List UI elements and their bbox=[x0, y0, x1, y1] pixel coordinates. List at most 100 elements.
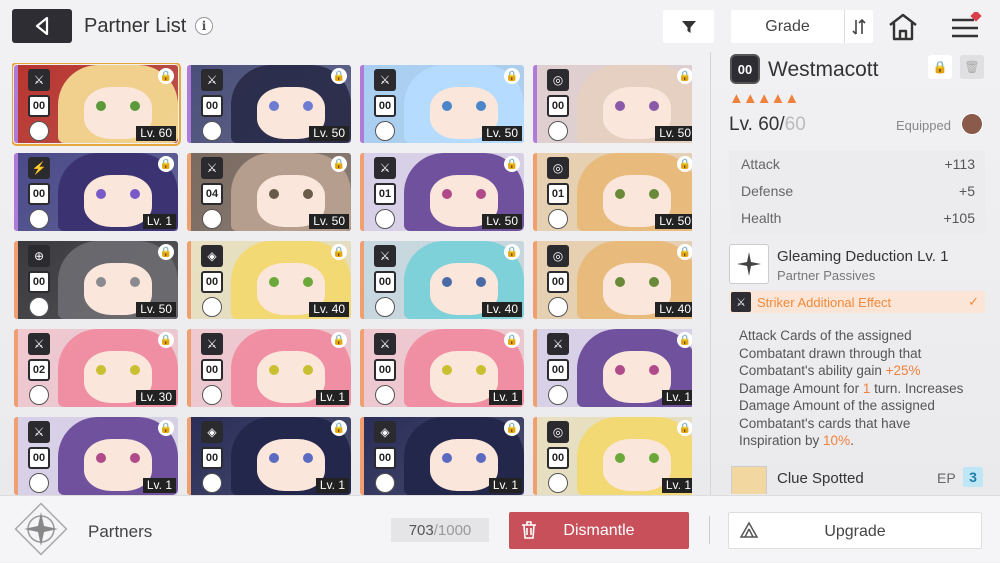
partner-card[interactable]: ◈ 00 🔒 Lv. 1 bbox=[187, 417, 351, 495]
partner-card[interactable]: ⚔ 00 🔒 Lv. 1 bbox=[533, 329, 692, 407]
partner-number: 00 bbox=[374, 271, 396, 293]
lock-icon[interactable]: 🔒 bbox=[158, 68, 174, 84]
lock-icon[interactable]: 🔒 bbox=[504, 420, 520, 436]
lock-icon[interactable]: 🔒 bbox=[158, 244, 174, 260]
partner-number: 00 bbox=[547, 359, 569, 381]
trash-button[interactable]: 🗑 bbox=[960, 55, 984, 79]
partner-card[interactable]: ⚔ 00 🔒 Lv. 50 bbox=[360, 65, 524, 143]
role-icon: ⚔ bbox=[201, 69, 223, 91]
role-icon: ⚔ bbox=[374, 157, 396, 179]
desc-highlight: +25% bbox=[885, 363, 921, 378]
stat-label: Attack bbox=[741, 156, 780, 172]
lock-icon[interactable]: 🔒 bbox=[504, 156, 520, 172]
desc-text: Damage Amount for bbox=[739, 380, 863, 396]
sort-order-toggle[interactable] bbox=[844, 10, 873, 43]
lock-icon[interactable]: 🔒 bbox=[677, 68, 692, 84]
partner-number-badge: 00 bbox=[730, 54, 760, 84]
partner-name: Westmacott bbox=[768, 58, 879, 81]
role-icon: ⚡ bbox=[28, 157, 50, 179]
filter-button[interactable] bbox=[663, 10, 714, 43]
lock-icon[interactable]: 🔒 bbox=[331, 68, 347, 84]
partner-level: Lv. 40 bbox=[482, 302, 522, 317]
sort-toggle-icon bbox=[852, 18, 866, 35]
stat-row-health: Health +105 bbox=[729, 204, 985, 231]
partner-card[interactable]: ◈ 00 🔒 Lv. 1 bbox=[360, 417, 524, 495]
back-button[interactable] bbox=[12, 9, 72, 43]
home-button[interactable] bbox=[886, 12, 920, 42]
info-icon[interactable]: i bbox=[195, 17, 213, 35]
role-icon: ⚔ bbox=[374, 245, 396, 267]
lock-icon[interactable]: 🔒 bbox=[504, 332, 520, 348]
lock-icon[interactable]: 🔒 bbox=[331, 156, 347, 172]
partner-number: 00 bbox=[201, 447, 223, 469]
lock-icon[interactable]: 🔒 bbox=[677, 244, 692, 260]
lock-icon[interactable]: 🔒 bbox=[677, 156, 692, 172]
stat-value: +5 bbox=[959, 183, 975, 199]
skill-row[interactable]: Gleaming Deduction Lv. 1 Partner Passive… bbox=[729, 244, 985, 286]
partner-card[interactable]: ⚔ 04 🔒 Lv. 50 bbox=[187, 153, 351, 231]
partner-card[interactable]: ⚔ 01 🔒 Lv. 50 bbox=[360, 153, 524, 231]
equipped-avatar[interactable] bbox=[961, 113, 983, 135]
ep-label: EP bbox=[937, 470, 956, 486]
sort-dropdown[interactable]: Grade bbox=[731, 10, 873, 43]
dismantle-button[interactable]: Dismantle bbox=[509, 512, 689, 549]
partner-card[interactable]: ◎ 00 🔒 Lv. 1 bbox=[533, 417, 692, 495]
partner-number: 00 bbox=[201, 359, 223, 381]
menu-button[interactable] bbox=[948, 10, 982, 42]
partner-card[interactable]: ⚔ 00 🔒 Lv. 1 bbox=[360, 329, 524, 407]
role-icon: ⚔ bbox=[374, 69, 396, 91]
lock-icon[interactable]: 🔒 bbox=[158, 332, 174, 348]
lock-icon[interactable]: 🔒 bbox=[677, 332, 692, 348]
lock-icon[interactable]: 🔒 bbox=[504, 68, 520, 84]
lock-button[interactable]: 🔒 bbox=[928, 55, 952, 79]
lock-icon[interactable]: 🔒 bbox=[331, 244, 347, 260]
partner-level: Lv. 50 bbox=[482, 126, 522, 141]
lock-icon[interactable]: 🔒 bbox=[677, 420, 692, 436]
partner-card[interactable]: ⚔ 00 🔒 Lv. 1 bbox=[187, 329, 351, 407]
lock-icon[interactable]: 🔒 bbox=[504, 244, 520, 260]
back-arrow-icon bbox=[35, 17, 49, 35]
partner-number: 01 bbox=[547, 183, 569, 205]
partner-card[interactable]: ◎ 00 🔒 Lv. 40 bbox=[533, 241, 692, 319]
upgrade-button[interactable]: Upgrade bbox=[728, 512, 982, 549]
combatant-avatar bbox=[375, 209, 395, 229]
crossed-swords-icon: ⚔ bbox=[731, 292, 751, 312]
combatant-avatar bbox=[202, 297, 222, 317]
partner-card[interactable]: ◈ 00 🔒 Lv. 40 bbox=[187, 241, 351, 319]
partner-card[interactable]: ◎ 00 🔒 Lv. 50 bbox=[533, 65, 692, 143]
lock-icon[interactable]: 🔒 bbox=[331, 420, 347, 436]
lock-icon[interactable]: 🔒 bbox=[331, 332, 347, 348]
partner-level: Lv. 1 bbox=[315, 390, 349, 405]
partner-card[interactable]: ◎ 01 🔒 Lv. 50 bbox=[533, 153, 692, 231]
partner-number: 00 bbox=[201, 271, 223, 293]
combatant-avatar bbox=[548, 297, 568, 317]
lock-icon[interactable]: 🔒 bbox=[158, 156, 174, 172]
partner-card[interactable]: ⚡ 00 🔒 Lv. 1 bbox=[14, 153, 178, 231]
combatant-avatar bbox=[548, 209, 568, 229]
role-icon: ◎ bbox=[547, 421, 569, 443]
partner-card[interactable]: ⚔ 00 🔒 Lv. 1 bbox=[14, 417, 178, 495]
partner-level: Lv. 1 bbox=[661, 478, 692, 493]
partner-card[interactable]: ⚔ 00 🔒 Lv. 60 bbox=[12, 63, 181, 146]
combatant-avatar bbox=[375, 473, 395, 493]
combatant-avatar bbox=[548, 473, 568, 493]
role-icon: ⚔ bbox=[28, 69, 50, 91]
sparkle-icon bbox=[729, 244, 769, 284]
upgrade-label: Upgrade bbox=[824, 523, 886, 540]
skill-type: Partner Passives bbox=[777, 268, 876, 283]
partner-card[interactable]: ⚔ 00 🔒 Lv. 50 bbox=[187, 65, 351, 143]
partner-level: Lv. 60/60 bbox=[729, 114, 806, 136]
role-icon: ⚔ bbox=[547, 333, 569, 355]
partner-number: 00 bbox=[28, 271, 50, 293]
combatant-avatar bbox=[375, 297, 395, 317]
striker-label: Striker Additional Effect bbox=[757, 295, 892, 310]
partner-level: Lv. 1 bbox=[488, 390, 522, 405]
combatant-avatar bbox=[202, 473, 222, 493]
partner-card[interactable]: ⚔ 02 🔒 Lv. 30 bbox=[14, 329, 178, 407]
partner-number: 00 bbox=[374, 447, 396, 469]
partner-card[interactable]: ⊕ 00 🔒 Lv. 50 bbox=[14, 241, 178, 319]
partner-card[interactable]: ⚔ 00 🔒 Lv. 40 bbox=[360, 241, 524, 319]
clue-row[interactable]: Clue Spotted EP 3 bbox=[729, 464, 985, 494]
lock-icon[interactable]: 🔒 bbox=[158, 420, 174, 436]
combatant-avatar bbox=[202, 209, 222, 229]
